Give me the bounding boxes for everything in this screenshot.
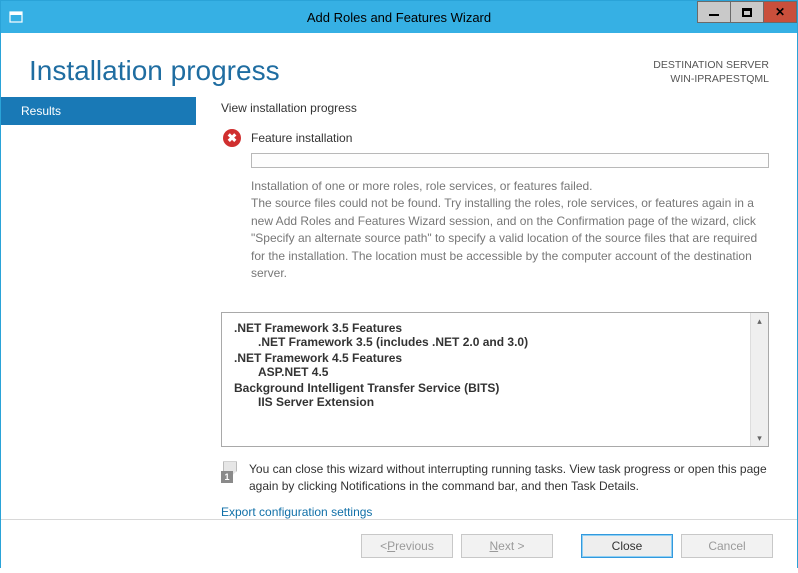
previous-button: < Previous [361, 534, 453, 558]
scroll-down-icon[interactable]: ▾ [751, 430, 768, 446]
status-row: ✖ Feature installation [221, 129, 769, 147]
info-note-text: You can close this wizard without interr… [249, 461, 769, 495]
close-button[interactable]: Close [581, 534, 673, 558]
feature-item: IIS Server Extension [234, 395, 746, 409]
flag-icon: 1 [221, 461, 249, 487]
export-config-link[interactable]: Export configuration settings [221, 505, 769, 519]
next-button: Next > [461, 534, 553, 558]
maximize-button[interactable] [730, 1, 764, 23]
destination-info: DESTINATION SERVER WIN-IPRAPESTQML [653, 59, 769, 86]
window-controls: ✕ [698, 1, 797, 23]
wizard-window: Add Roles and Features Wizard ✕ Installa… [0, 0, 798, 568]
feature-list: .NET Framework 3.5 Features .NET Framewo… [221, 312, 769, 447]
minimize-button[interactable] [697, 1, 731, 23]
wizard-footer: < Previous Next > Close Cancel [1, 519, 797, 573]
scrollbar[interactable]: ▴ ▾ [750, 313, 768, 446]
desc-line1: Installation of one or more roles, role … [251, 179, 593, 193]
destination-label: DESTINATION SERVER [653, 59, 769, 73]
desc-rest: The source files could not be found. Try… [251, 196, 757, 280]
titlebar: Add Roles and Features Wizard ✕ [1, 1, 797, 33]
view-progress-label: View installation progress [221, 101, 769, 115]
feature-item: ASP.NET 4.5 [234, 365, 746, 379]
cancel-button: Cancel [681, 534, 773, 558]
close-window-button[interactable]: ✕ [763, 1, 797, 23]
error-description: Installation of one or more roles, role … [251, 178, 769, 282]
wizard-sidebar: Results [1, 97, 201, 519]
destination-server: WIN-IPRAPESTQML [653, 73, 769, 87]
step-results[interactable]: Results [1, 97, 196, 125]
feature-item: .NET Framework 3.5 (includes .NET 2.0 an… [234, 335, 746, 349]
progress-bar [251, 153, 769, 168]
wizard-body: Results View installation progress ✖ Fea… [1, 97, 797, 519]
feature-group: .NET Framework 4.5 Features [234, 351, 746, 365]
feature-group: Background Intelligent Transfer Service … [234, 381, 746, 395]
scroll-track[interactable] [751, 329, 768, 430]
wizard-header: Installation progress DESTINATION SERVER… [1, 33, 797, 97]
error-icon: ✖ [223, 129, 241, 147]
info-note: 1 You can close this wizard without inte… [221, 461, 769, 495]
status-text: Feature installation [251, 131, 352, 145]
page-title: Installation progress [29, 55, 653, 87]
wizard-main: View installation progress ✖ Feature ins… [201, 97, 797, 519]
feature-group: .NET Framework 3.5 Features [234, 321, 746, 335]
client-area: Installation progress DESTINATION SERVER… [1, 33, 797, 573]
scroll-up-icon[interactable]: ▴ [751, 313, 768, 329]
window-title: Add Roles and Features Wizard [1, 10, 797, 25]
